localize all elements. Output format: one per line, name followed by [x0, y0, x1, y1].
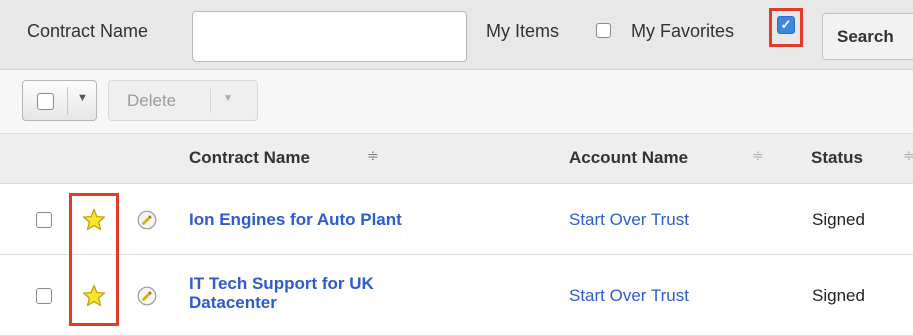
- row-checkbox[interactable]: [36, 288, 52, 304]
- row-checkbox[interactable]: [36, 212, 52, 228]
- table-row: Ion Engines for Auto Plant Start Over Tr…: [0, 185, 913, 255]
- contract-name-link[interactable]: IT Tech Support for UK Datacenter: [189, 274, 374, 312]
- delete-label: Delete: [127, 91, 177, 110]
- contract-name-link[interactable]: Ion Engines for Auto Plant: [189, 210, 402, 229]
- select-all-checkbox[interactable]: [37, 93, 54, 110]
- column-header-status[interactable]: Status: [811, 148, 863, 168]
- sort-arrows-icon[interactable]: ≑: [367, 147, 379, 164]
- delete-button[interactable]: Delete ▼: [108, 80, 258, 121]
- contract-name-label: Contract Name: [27, 21, 149, 41]
- account-name-link[interactable]: Start Over Trust: [569, 286, 689, 306]
- contract-name-line: Datacenter: [189, 293, 277, 312]
- column-header-account-name[interactable]: Account Name: [569, 148, 688, 168]
- search-button[interactable]: Search: [822, 13, 913, 60]
- favorite-stars-highlight: [69, 193, 119, 326]
- divider: [67, 87, 68, 115]
- my-items-label: My Items: [486, 21, 560, 41]
- table-row: IT Tech Support for UK Datacenter Start …: [0, 255, 913, 336]
- contract-name-input[interactable]: [192, 11, 467, 62]
- column-header-contract-name[interactable]: Contract Name: [189, 148, 310, 168]
- my-items-checkbox[interactable]: [596, 23, 611, 38]
- action-bar: ▼ Delete ▼: [0, 70, 913, 134]
- divider: [210, 89, 211, 113]
- filter-bar: Contract Name My Items My Favorites ✓ Se…: [0, 0, 913, 70]
- table-header: Contract Name ≑ Account Name ≑ Status ≑: [0, 134, 913, 184]
- my-favorites-checkbox[interactable]: ✓: [777, 16, 795, 34]
- mass-select-dropdown[interactable]: ▼: [22, 80, 97, 121]
- pencil-icon[interactable]: [137, 210, 157, 230]
- sort-arrows-icon[interactable]: ≑: [752, 147, 764, 164]
- account-name-link[interactable]: Start Over Trust: [569, 210, 689, 230]
- status-value: Signed: [812, 210, 865, 229]
- status-value: Signed: [812, 286, 865, 305]
- caret-down-icon[interactable]: ▼: [223, 93, 233, 104]
- sort-arrows-icon[interactable]: ≑: [903, 147, 913, 164]
- pencil-icon[interactable]: [137, 286, 157, 306]
- caret-down-icon[interactable]: ▼: [77, 92, 88, 104]
- my-favorites-label: My Favorites: [631, 21, 735, 41]
- contract-name-line: IT Tech Support for UK: [189, 274, 374, 293]
